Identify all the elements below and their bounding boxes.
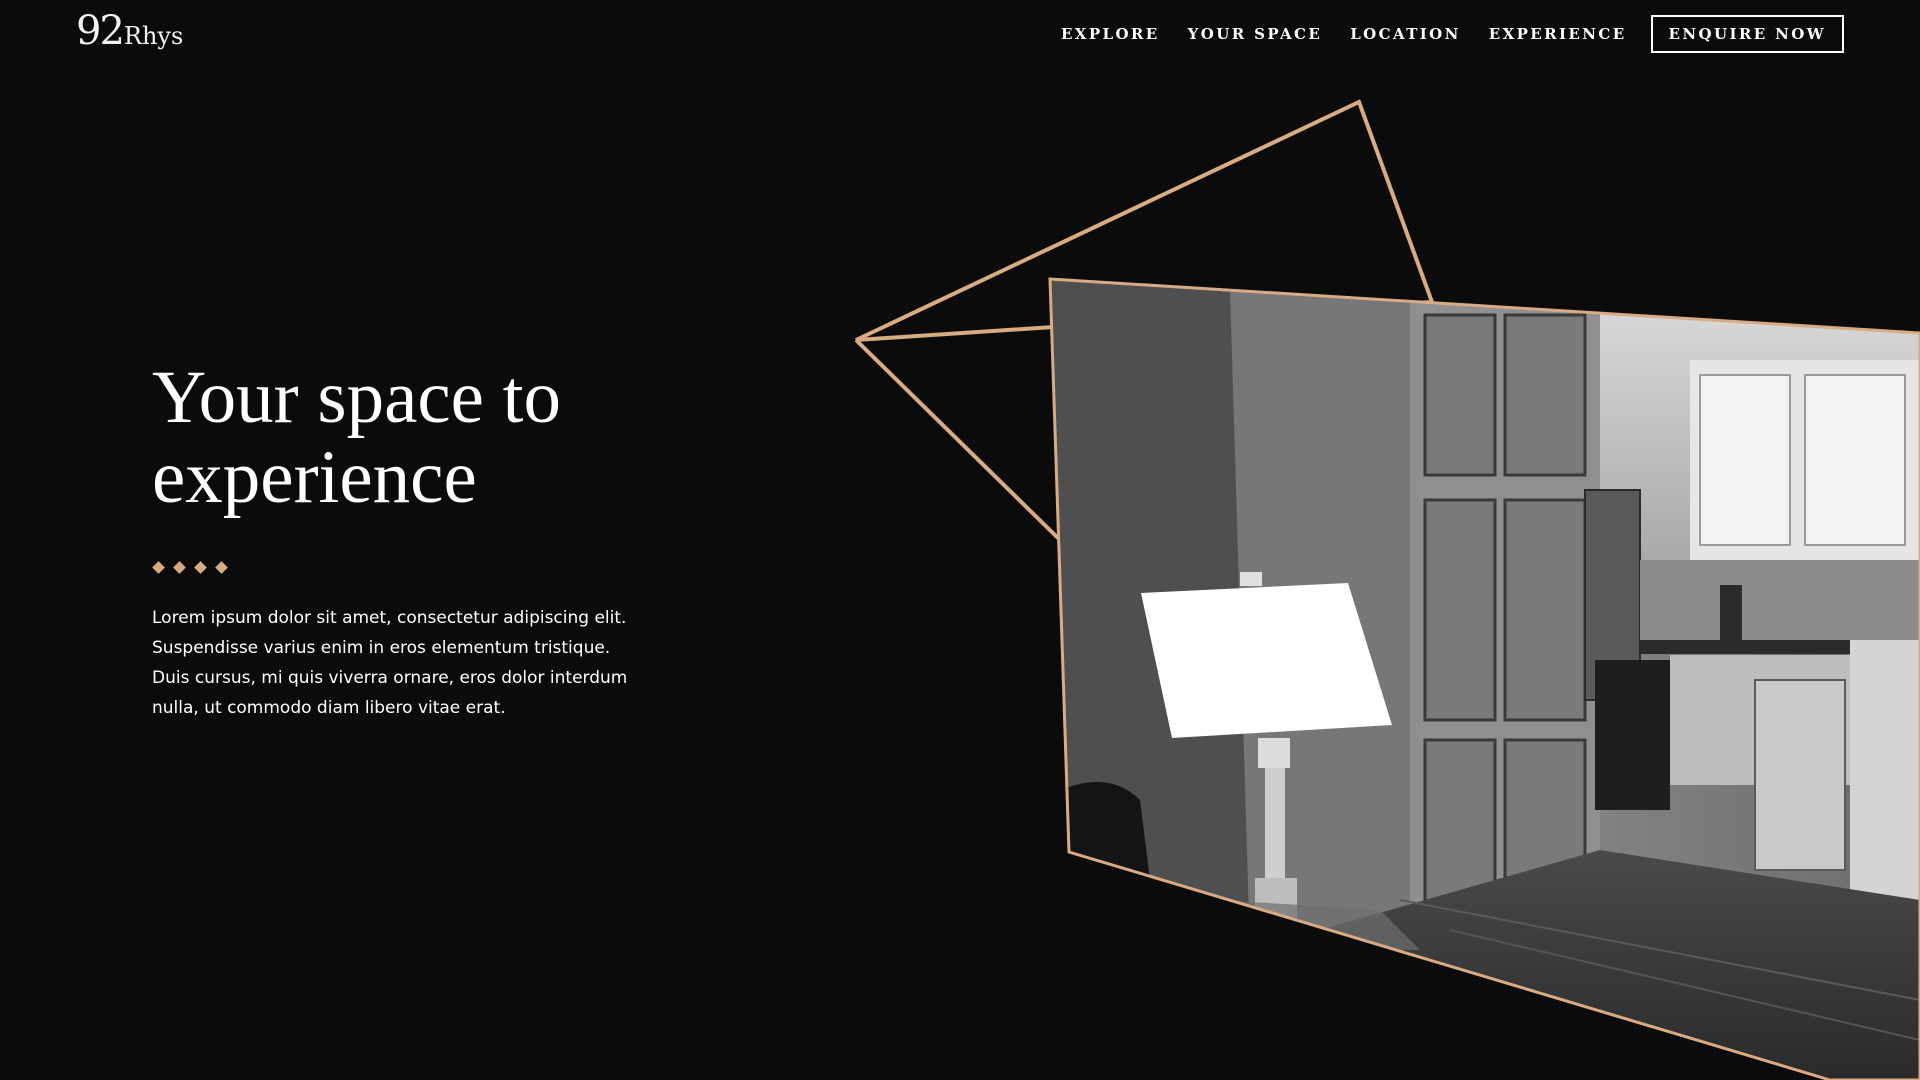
interior-photo [1050,279,1920,1080]
outline-triangle-edge [854,338,1062,542]
hero-graphic [854,99,1920,1080]
